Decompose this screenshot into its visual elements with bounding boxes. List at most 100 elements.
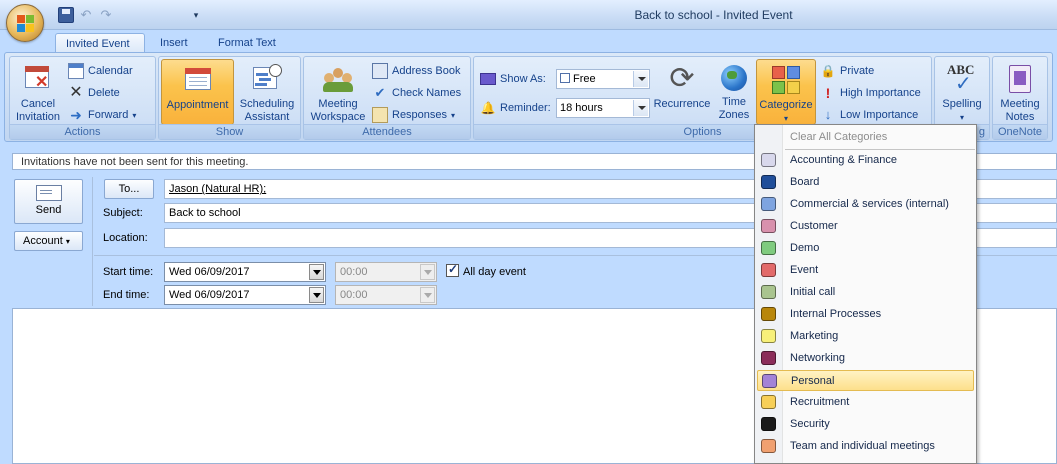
arrow-down-icon: ↓: [824, 107, 832, 122]
delete-button[interactable]: ✕ Delete: [68, 83, 120, 103]
meeting-workspace-icon: [322, 63, 354, 95]
category-item[interactable]: Networking: [757, 348, 974, 369]
tab-insert[interactable]: Insert: [150, 33, 198, 53]
high-importance-button[interactable]: ! High Importance: [820, 83, 921, 103]
category-color-swatch: [761, 439, 776, 453]
category-label: Initial call: [790, 286, 836, 298]
category-label: Demo: [790, 242, 820, 254]
window-title: Back to school - Invited Event: [634, 8, 793, 22]
to-button[interactable]: To...: [104, 179, 154, 199]
chevron-down-icon: ▾: [65, 237, 70, 246]
tab-invited-event[interactable]: Invited Event: [55, 33, 145, 53]
chevron-down-icon: [633, 71, 648, 87]
category-color-swatch: [761, 153, 776, 167]
category-item[interactable]: Recruitment: [757, 392, 974, 413]
low-importance-button[interactable]: ↓ Low Importance: [820, 105, 919, 125]
category-item[interactable]: Security: [757, 414, 974, 435]
chevron-down-icon: [309, 287, 324, 303]
forward-button[interactable]: ➜ Forward ▾: [68, 105, 136, 125]
group-label-attendees: Attendees: [304, 124, 470, 139]
private-button[interactable]: 🔒 Private: [820, 61, 875, 81]
category-color-swatch: [761, 395, 776, 409]
category-label: Personal: [791, 375, 835, 387]
all-day-checkbox[interactable]: [446, 262, 459, 277]
group-label-onenote: OneNote: [993, 124, 1047, 139]
end-date-select[interactable]: Wed 06/09/2017: [164, 285, 326, 305]
show-as-label: Show As:: [480, 69, 546, 89]
category-color-swatch: [761, 263, 776, 277]
recurrence-icon: ⟳: [669, 62, 695, 95]
category-color-swatch: [761, 197, 776, 211]
category-item[interactable]: Demo: [757, 238, 974, 259]
time-zones-button[interactable]: Time Zones: [714, 59, 754, 125]
account-button[interactable]: Account ▾: [14, 231, 83, 251]
appointment-button[interactable]: Appointment: [161, 59, 234, 125]
category-label: Team and individual meetings: [790, 440, 935, 452]
show-as-select[interactable]: Free: [556, 69, 650, 89]
recurrence-button[interactable]: ⟳ Recurrence: [652, 59, 712, 125]
category-color-swatch: [761, 219, 776, 233]
reminder-select[interactable]: 18 hours: [556, 98, 650, 118]
category-color-swatch: [761, 175, 776, 189]
responses-button[interactable]: Responses ▾: [372, 105, 455, 125]
chevron-down-icon: [420, 287, 435, 303]
category-item[interactable]: Internal Processes: [757, 304, 974, 325]
lock-icon: 🔒: [820, 64, 836, 78]
category-color-swatch: [761, 241, 776, 255]
category-item[interactable]: Commercial & services (internal): [757, 194, 974, 215]
group-actions: ✕ Cancel Invitation Calendar ✕ Delete ➜ …: [9, 56, 156, 140]
chevron-down-icon: ▾: [783, 114, 788, 123]
office-logo-icon: [17, 15, 35, 33]
category-color-swatch: [761, 417, 776, 431]
responses-icon: [372, 107, 388, 123]
appointment-icon: [182, 64, 214, 96]
category-label: Networking: [790, 352, 846, 364]
chevron-down-icon: [420, 264, 435, 280]
categorize-button[interactable]: Categorize ▾: [756, 59, 816, 125]
calendar-button[interactable]: Calendar: [68, 61, 133, 81]
category-label: Security: [790, 418, 830, 430]
category-item[interactable]: Personal: [757, 370, 974, 391]
category-item[interactable]: Team and individual meetings: [757, 436, 974, 457]
group-attendees: Meeting Workspace Address Book ✔ Check N…: [303, 56, 471, 140]
meeting-notes-button[interactable]: Meeting Notes: [995, 59, 1045, 125]
office-button[interactable]: [6, 4, 44, 42]
chevron-down-icon: ▾: [959, 113, 964, 122]
category-color-swatch: [761, 351, 776, 365]
ribbon-tabs: Invited Event Insert Format Text: [0, 30, 1057, 53]
spelling-button[interactable]: ABC ✓ Spelling ▾: [937, 59, 987, 125]
category-label: Marketing: [790, 330, 839, 342]
meeting-workspace-button[interactable]: Meeting Workspace: [306, 59, 370, 125]
title-bar: ↶ ↷ ▾ Back to school - Invited Event: [0, 0, 1057, 30]
category-item[interactable]: Initial call: [757, 282, 974, 303]
category-label: Event: [790, 264, 819, 276]
spelling-icon: ABC ✓: [947, 62, 975, 95]
location-label: Location:: [103, 232, 148, 244]
check-names-icon: ✔: [374, 85, 386, 100]
tab-format-text[interactable]: Format Text: [208, 33, 286, 53]
forward-icon: ➜: [70, 107, 82, 123]
start-time-label: Start time:: [103, 266, 154, 278]
cancel-invitation-button[interactable]: ✕ Cancel Invitation: [12, 59, 64, 125]
category-label: Internal Processes: [790, 308, 882, 320]
start-date-select[interactable]: Wed 06/09/2017: [164, 262, 326, 282]
subject-label: Subject:: [103, 207, 143, 219]
check-names-button[interactable]: ✔ Check Names: [372, 83, 462, 103]
scheduling-assistant-button[interactable]: Scheduling Assistant: [236, 59, 298, 125]
group-onenote: Meeting Notes OneNote: [992, 56, 1048, 140]
bell-icon: 🔔: [480, 101, 496, 115]
category-item[interactable]: Accounting & Finance: [757, 150, 974, 171]
category-item[interactable]: Customer: [757, 216, 974, 237]
category-item[interactable]: Marketing: [757, 326, 974, 347]
category-item[interactable]: Event: [757, 260, 974, 281]
category-color-swatch: [761, 329, 776, 343]
delete-icon: ✕: [69, 84, 83, 101]
group-show: Appointment Scheduling Assistant Show: [158, 56, 301, 140]
exclamation-icon: !: [825, 85, 831, 101]
free-status-swatch: [560, 73, 570, 83]
send-button[interactable]: Send: [14, 179, 83, 224]
address-book-button[interactable]: Address Book: [372, 61, 460, 81]
chevron-down-icon: ▾: [451, 110, 456, 120]
category-item[interactable]: Board: [757, 172, 974, 193]
form-divider: [92, 177, 93, 306]
